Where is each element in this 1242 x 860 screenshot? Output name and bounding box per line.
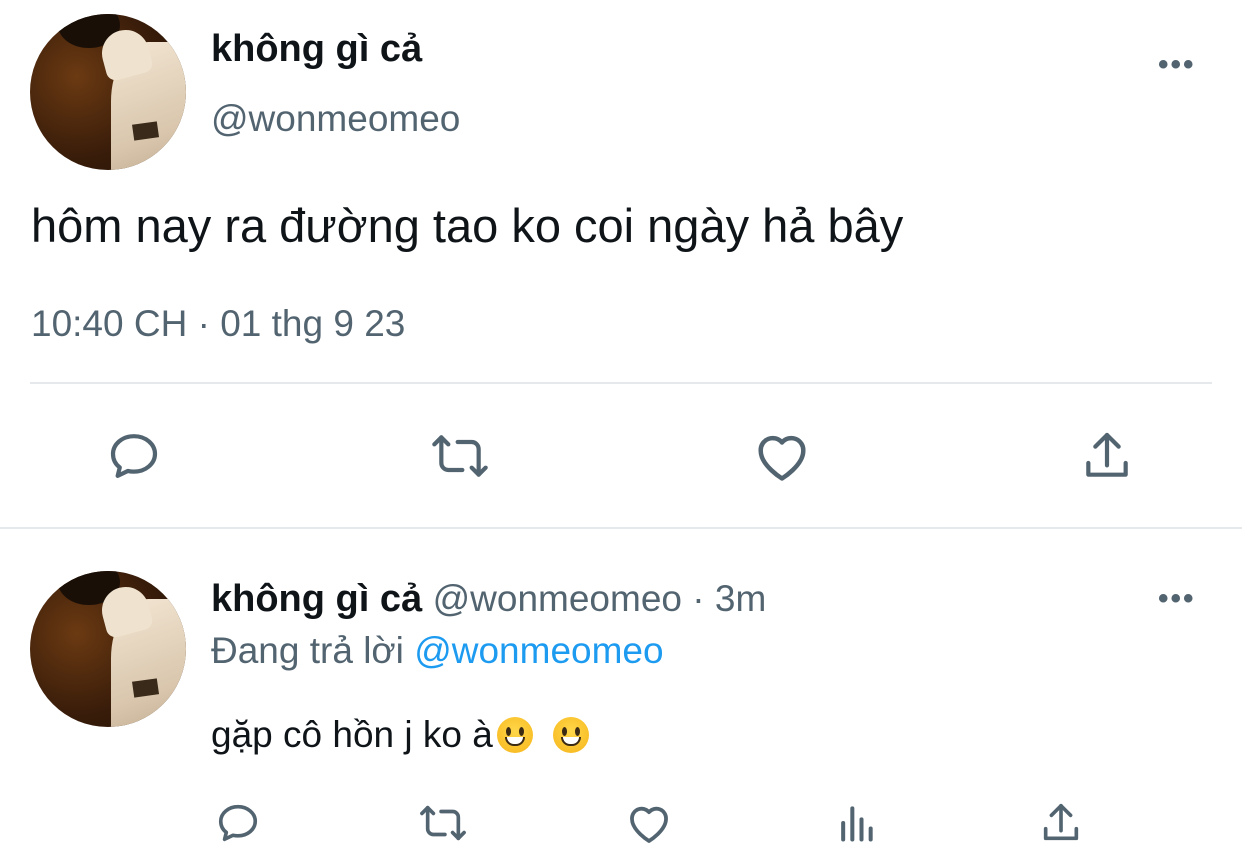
retweet-icon[interactable] [426, 428, 494, 484]
divider [30, 382, 1212, 384]
more-options-icon[interactable]: ••• [1158, 48, 1196, 82]
grinning-face-icon [496, 717, 533, 753]
reply-text-line: gặp cô hồn j ko à [211, 714, 589, 756]
reply-action-like-icon[interactable] [625, 800, 673, 846]
reply-action-reply-icon[interactable] [215, 800, 261, 846]
reply-icon[interactable] [105, 428, 163, 484]
reply-author-handle-time[interactable]: @wonmeomeo · 3m [433, 578, 767, 619]
author-display-name[interactable]: không gì cả [211, 28, 422, 71]
reply-author-display-name[interactable]: không gì cả [211, 578, 422, 620]
like-icon[interactable] [752, 428, 812, 484]
author-avatar[interactable] [30, 14, 186, 170]
reply-author-avatar[interactable] [30, 571, 186, 727]
reply-action-analytics-icon[interactable] [834, 800, 878, 846]
replying-to-prefix: Đang trả lời [211, 630, 415, 671]
reply-action-share-icon[interactable] [1038, 800, 1084, 846]
reply-header: không gì cả @wonmeomeo · 3m [211, 578, 766, 621]
reply-action-retweet-icon[interactable] [415, 800, 471, 846]
tweet-text: hôm nay ra đường tao ko coi ngày hả bây [31, 199, 904, 252]
reply-more-options-icon[interactable]: ••• [1158, 582, 1196, 616]
section-divider [0, 527, 1242, 529]
reply-text: gặp cô hồn j ko à [211, 714, 493, 755]
grinning-face-icon [552, 717, 589, 753]
replying-to-line: Đang trả lời @wonmeomeo [211, 630, 664, 672]
author-handle[interactable]: @wonmeomeo [211, 98, 460, 140]
share-icon[interactable] [1079, 428, 1135, 484]
replying-to-handle-link[interactable]: @wonmeomeo [414, 630, 663, 671]
tweet-timestamp[interactable]: 10:40 CH · 01 thg 9 23 [31, 303, 405, 345]
